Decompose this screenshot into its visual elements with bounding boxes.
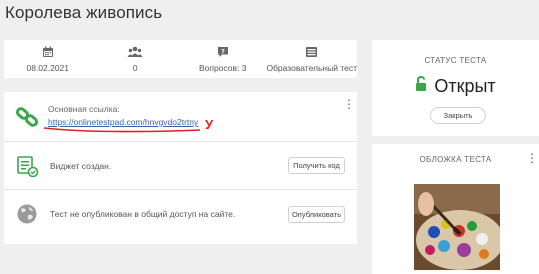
link-icon: [14, 104, 40, 130]
page-title: Королева живопись: [5, 3, 163, 22]
annotation-mark: У: [205, 117, 214, 132]
cover-menu-icon[interactable]: ⋮: [526, 152, 538, 164]
main-link-row: Основная ссылка: https://onlinetestpad.c…: [4, 92, 357, 142]
red-underline-annotation: [43, 127, 201, 133]
stat-participants: 0: [91, 40, 178, 78]
stat-participants-value: 0: [132, 63, 138, 73]
status-line: Открыт: [372, 75, 539, 97]
test-type-icon: [305, 45, 318, 59]
status-heading: СТАТУС ТЕСТА: [424, 56, 487, 65]
stat-questions: ? Вопросов: 3: [179, 40, 266, 78]
publish-row: Тест не опубликован в общий доступ на са…: [4, 190, 357, 238]
question-icon: ?: [217, 45, 229, 59]
cover-card: ОБЛОЖКА ТЕСТА ⋮: [372, 144, 539, 274]
status-value: Открыт: [434, 76, 496, 96]
get-code-button[interactable]: Получить код: [288, 157, 345, 174]
stat-test-type: Образовательный тест: [266, 40, 357, 78]
stat-date: 08.02.2021: [4, 40, 91, 78]
link-menu-icon[interactable]: ⋮: [343, 98, 355, 110]
stat-questions-value: Вопросов: 3: [198, 63, 247, 73]
publish-status-text: Тест не опубликован в общий доступ на са…: [50, 209, 236, 219]
publish-card: Основная ссылка: https://onlinetestpad.c…: [4, 92, 357, 244]
widget-row: Виджет создан. Получить код: [4, 142, 357, 190]
test-stats-bar: 08.02.2021 0 ? Вопросов: 3 Образовательн…: [4, 40, 357, 78]
svg-text:?: ?: [221, 47, 225, 55]
cover-image[interactable]: [414, 184, 500, 270]
calendar-icon: [42, 45, 54, 59]
status-card: СТАТУС ТЕСТА Открыт Закрыть: [372, 40, 539, 136]
main-link-label: Основная ссылка:: [48, 104, 120, 114]
users-icon: [127, 45, 143, 59]
stat-date-value: 08.02.2021: [26, 63, 70, 73]
globe-icon: [14, 201, 40, 227]
cover-heading: ОБЛОЖКА ТЕСТА: [419, 155, 492, 164]
widget-icon: [14, 153, 40, 179]
close-test-button[interactable]: Закрыть: [430, 107, 486, 124]
stat-test-type-value: Образовательный тест: [266, 63, 357, 73]
publish-button[interactable]: Опубликовать: [288, 206, 345, 223]
widget-status-text: Виджет создан.: [50, 160, 112, 171]
unlock-icon: [415, 75, 427, 97]
